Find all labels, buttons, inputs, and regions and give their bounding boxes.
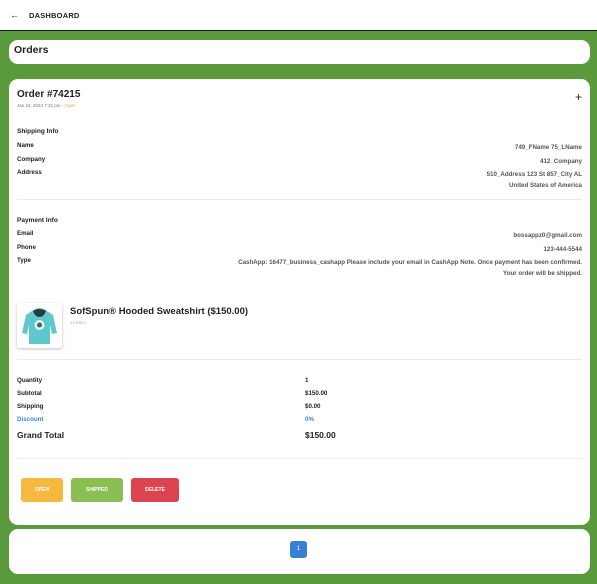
divider — [17, 199, 582, 200]
name-value: 749_FName 75_LName — [514, 144, 582, 151]
order-date: Jan 24, 2024 7:32 pm — [17, 103, 61, 108]
payment-info-title: Payment Info — [17, 217, 58, 224]
hoodie-image — [17, 303, 62, 348]
grand-total-row: Grand Total $150.00 — [17, 430, 582, 440]
open-button[interactable]: OPEN — [21, 478, 63, 502]
product-name: SofSpun® Hooded Sweatshirt ($150.00) — [70, 306, 249, 317]
type-line-1: CashApp: 16477_business_cashapp Please i… — [238, 259, 582, 266]
hoodie-image-svg — [22, 308, 57, 344]
top-bar: ← DASHBOARD — [0, 0, 597, 31]
divider — [17, 359, 582, 360]
type-line-2: Your order will be shipped. — [503, 270, 582, 277]
order-status: Open — [64, 103, 76, 108]
discount-value: 0% — [305, 416, 314, 423]
type-value: CashApp: 16477_business_cashapp Please i… — [238, 257, 582, 279]
email-value: bossappz0@gmail.com — [513, 232, 582, 239]
subtotal-label: Subtotal — [17, 390, 42, 397]
quantity-value: 1 — [305, 377, 309, 384]
phone-value: 123-444-5544 — [543, 246, 582, 253]
shipping-cost-label: Shipping — [17, 403, 44, 410]
page-button-1[interactable]: 1 — [290, 541, 307, 558]
grand-total-label: Grand Total — [17, 430, 65, 440]
address-label: Address — [17, 169, 42, 176]
phone-label: Phone — [17, 244, 36, 251]
order-meta: Jan 24, 2024 7:32 pm - Open — [17, 103, 76, 108]
delete-button[interactable]: DELETE — [131, 478, 179, 502]
subtotal-row: Subtotal $150.00 — [17, 390, 582, 397]
subtotal-value: $150.00 — [305, 390, 328, 397]
company-label: Company — [17, 156, 46, 163]
product-variant: 1x Mam — [70, 320, 87, 325]
order-card: Order #74215 Jan 24, 2024 7:32 pm - Open… — [9, 79, 590, 525]
grand-total-value: $150.00 — [305, 430, 336, 440]
arrow-left-icon[interactable]: ← — [10, 10, 20, 20]
order-title: Order #74215 — [17, 89, 81, 100]
shipping-cost-value: $0.00 — [305, 403, 321, 410]
plus-icon[interactable]: + — [575, 91, 582, 103]
address-line-2: United States of America — [508, 182, 582, 189]
quantity-row: Quantity 1 — [17, 377, 582, 384]
company-value: 412_Company — [540, 158, 582, 165]
quantity-label: Quantity — [17, 377, 43, 384]
pagination-card: 1 — [9, 529, 590, 574]
orders-title: Orders — [14, 44, 49, 56]
discount-label: Discount — [17, 416, 44, 423]
email-label: Email — [17, 230, 34, 237]
type-label: Type — [17, 257, 31, 264]
shipped-button[interactable]: SHIPPED — [71, 478, 123, 502]
divider — [17, 458, 582, 459]
shipping-info-title: Shipping Info — [17, 128, 59, 135]
shipping-cost-row: Shipping $0.00 — [17, 403, 582, 410]
address-line-1: 510_Address 123 St 857_City AL — [486, 171, 582, 178]
address-value: 510_Address 123 St 857_City AL United Sta… — [487, 169, 582, 191]
orders-header-card: Orders — [9, 40, 590, 64]
discount-row: Discount 0% — [17, 416, 582, 423]
dashboard-title: DASHBOARD — [29, 10, 80, 20]
name-label: Name — [17, 142, 34, 149]
